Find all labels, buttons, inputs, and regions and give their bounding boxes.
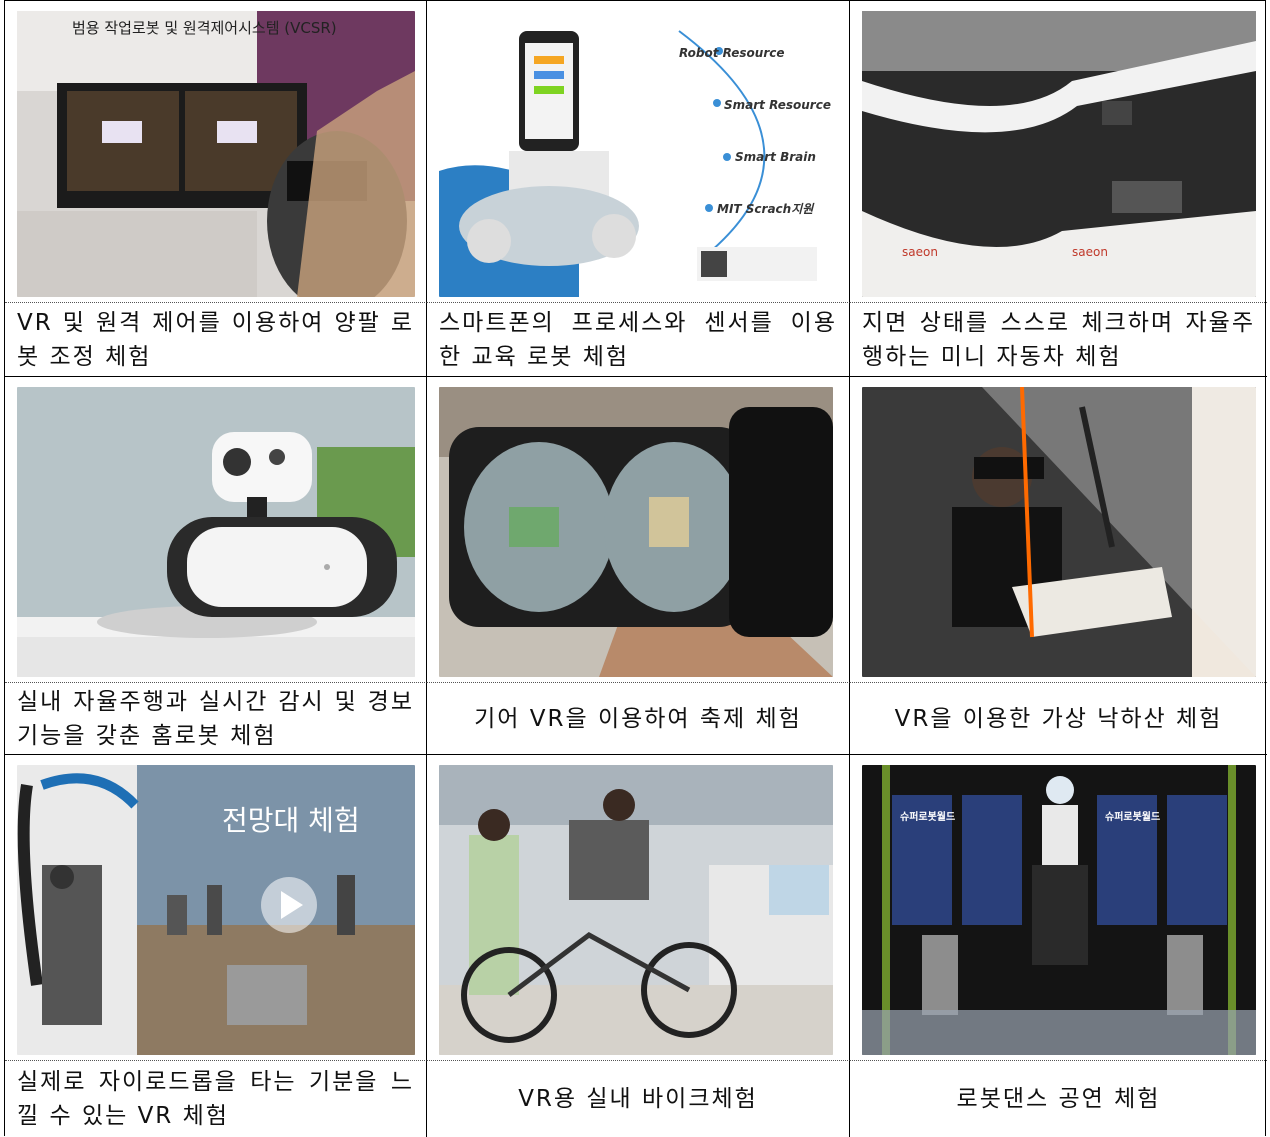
caption-edu-robot: 스마트폰의 프로세스와 센서를 이용한 교육 로봇 체험	[439, 309, 837, 370]
svg-text:Smart Brain: Smart Brain	[735, 150, 816, 164]
photo-cell-6	[850, 377, 1267, 683]
svg-text:전망대 체험: 전망대 체험	[222, 804, 360, 837]
svg-text:saeon: saeon	[902, 245, 938, 259]
caption-cell-8: VR용 실내 바이크체험	[427, 1061, 850, 1137]
photo-vr-bike	[439, 765, 833, 1055]
photo-robot-dance: 슈퍼로봇월드 슈퍼로봇월드	[862, 765, 1256, 1055]
caption-home-robot: 실내 자율주행과 실시간 감시 및 경보 기능을 갖춘 홈로봇 체험	[17, 688, 414, 749]
caption-cell-5: 기어 VR을 이용하여 축제 체험	[427, 683, 850, 755]
photo-gear-vr	[439, 387, 833, 677]
svg-text:슈퍼로봇월드: 슈퍼로봇월드	[1105, 810, 1160, 823]
caption-cell-6: VR을 이용한 가상 낙하산 체험	[850, 683, 1267, 755]
caption-cell-4: 실내 자율주행과 실시간 감시 및 경보 기능을 갖춘 홈로봇 체험	[5, 683, 427, 755]
photo-gyro-drop: 전망대 체험	[17, 765, 415, 1055]
photo-home-robot	[17, 387, 415, 677]
caption-vr-bike: VR용 실내 바이크체험	[518, 1086, 758, 1112]
experience-table: 범용 작업로봇 및 원격제어시스템 (VCSR) Robot Resource …	[4, 0, 1267, 1137]
photo-cell-8	[427, 755, 850, 1061]
svg-text:슈퍼로봇월드: 슈퍼로봇월드	[900, 810, 955, 823]
photo-cell-4	[5, 377, 427, 683]
caption-cell-7: 실제로 자이로드롭을 타는 기분을 느낄 수 있는 VR 체험	[5, 1061, 427, 1137]
photo-mini-car: saeon saeon	[862, 11, 1256, 297]
svg-text:범용 작업로봇 및 원격제어시스템 (VCSR): 범용 작업로봇 및 원격제어시스템 (VCSR)	[72, 19, 337, 37]
caption-vr-parachute: VR을 이용한 가상 낙하산 체험	[894, 705, 1223, 732]
caption-gyro-drop: 실제로 자이로드롭을 타는 기분을 느낄 수 있는 VR 체험	[17, 1069, 414, 1129]
photo-cell-5	[427, 377, 850, 683]
svg-text:MIT Scrach지원: MIT Scrach지원	[717, 202, 815, 216]
photo-edu-robot: Robot Resource Smart Resource Smart Brai…	[439, 11, 833, 297]
caption-vr-robot-arm: VR 및 원격 제어를 이용하여 양팔 로봇 조정 체험	[17, 309, 414, 370]
photo-cell-3: saeon saeon	[850, 1, 1267, 303]
caption-cell-9: 로봇댄스 공연 체험	[850, 1061, 1267, 1137]
caption-robot-dance: 로봇댄스 공연 체험	[956, 1086, 1161, 1112]
photo-cell-1: 범용 작업로봇 및 원격제어시스템 (VCSR)	[5, 1, 427, 303]
photo-cell-7: 전망대 체험	[5, 755, 427, 1061]
photo-cell-2: Robot Resource Smart Resource Smart Brai…	[427, 1, 850, 303]
caption-gear-vr: 기어 VR을 이용하여 축제 체험	[474, 705, 802, 732]
caption-cell-1: VR 및 원격 제어를 이용하여 양팔 로봇 조정 체험	[5, 303, 427, 377]
svg-text:saeon: saeon	[1072, 245, 1108, 259]
svg-text:Robot Resource: Robot Resource	[679, 46, 785, 60]
caption-cell-3: 지면 상태를 스스로 체크하며 자율주행하는 미니 자동차 체험	[850, 303, 1267, 377]
svg-text:Smart Resource: Smart Resource	[724, 98, 831, 112]
photo-vr-parachute	[862, 387, 1256, 677]
photo-vr-robot-arm: 범용 작업로봇 및 원격제어시스템 (VCSR)	[17, 11, 415, 297]
photo-cell-9: 슈퍼로봇월드 슈퍼로봇월드	[850, 755, 1267, 1061]
caption-cell-2: 스마트폰의 프로세스와 센서를 이용한 교육 로봇 체험	[427, 303, 850, 377]
caption-mini-car: 지면 상태를 스스로 체크하며 자율주행하는 미니 자동차 체험	[862, 309, 1255, 370]
